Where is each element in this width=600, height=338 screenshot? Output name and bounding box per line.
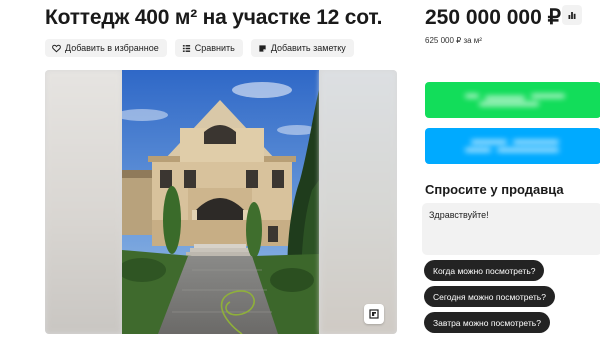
quick-question-button[interactable]: Завтра можно посмотреть? bbox=[424, 312, 550, 333]
add-note-label: Добавить заметку bbox=[270, 43, 346, 53]
note-icon bbox=[259, 44, 266, 52]
ask-seller-title: Спросите у продавца bbox=[425, 182, 564, 197]
write-message-button[interactable] bbox=[425, 128, 600, 164]
photo-gallery[interactable] bbox=[45, 70, 397, 334]
show-phone-button[interactable] bbox=[425, 82, 600, 118]
hidden-button-label bbox=[465, 91, 565, 109]
fullscreen-icon bbox=[369, 309, 379, 319]
add-to-favorites-button[interactable]: Добавить в избранное bbox=[45, 39, 167, 57]
gallery-prev-photo[interactable] bbox=[45, 70, 122, 334]
quick-question-button[interactable]: Когда можно посмотреть? bbox=[424, 260, 545, 281]
gallery-next-photo[interactable] bbox=[320, 70, 397, 334]
listing-actions: Добавить в избранное Сравнить Добавить з… bbox=[45, 39, 354, 57]
listing-price: 250 000 000 ₽ bbox=[425, 6, 561, 29]
compare-button[interactable]: Сравнить bbox=[174, 39, 243, 57]
message-input[interactable]: Здравствуйте! bbox=[422, 203, 600, 255]
compare-label: Сравнить bbox=[194, 43, 235, 53]
heart-icon bbox=[52, 44, 61, 52]
fullscreen-button[interactable] bbox=[364, 304, 384, 324]
bar-chart-icon bbox=[568, 12, 576, 19]
listing-title: Коттедж 400 м² на участке 12 сот. bbox=[45, 6, 383, 29]
add-note-button[interactable]: Добавить заметку bbox=[250, 39, 354, 57]
quick-question-button[interactable]: Сегодня можно посмотреть? bbox=[424, 286, 555, 307]
hidden-button-label bbox=[465, 137, 565, 155]
add-to-favorites-label: Добавить в избранное bbox=[65, 43, 159, 53]
price-stats-button[interactable] bbox=[562, 5, 582, 25]
price-per-square-meter: 625 000 ₽ за м² bbox=[425, 36, 482, 45]
compare-icon bbox=[182, 44, 190, 52]
main-photo[interactable] bbox=[122, 70, 319, 334]
